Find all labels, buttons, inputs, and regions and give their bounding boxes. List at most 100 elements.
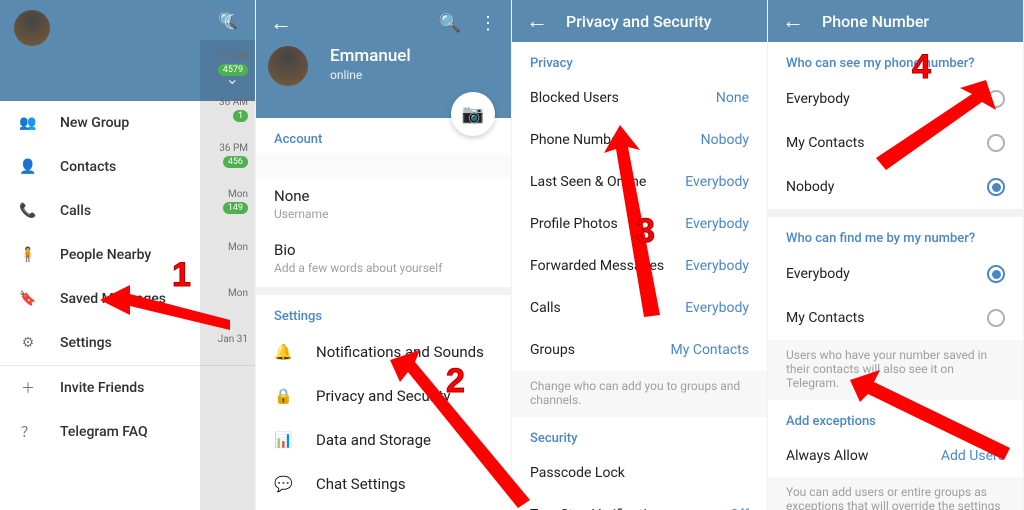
row-label: Groups [530, 342, 575, 358]
row-value: Everybody [685, 216, 749, 232]
radio-icon [987, 134, 1005, 152]
row-label: Data and Storage [316, 431, 431, 449]
search-icon[interactable]: 🔍 [439, 13, 461, 34]
privacy-row-forwarded-messages[interactable]: Forwarded Messages Everybody [512, 245, 767, 287]
exceptions-footnote: You can add users or entire groups as ex… [768, 477, 1023, 510]
see-option-my-contacts[interactable]: My Contacts [768, 121, 1023, 165]
row-label: Calls [530, 300, 561, 316]
chat-peek-item[interactable]: Mon [200, 224, 256, 270]
security-row-passcode-lock[interactable]: Passcode Lock [512, 452, 767, 494]
settings-panel: ← 🔍 ⋮ Emmanuel online 📷 Account None Use… [256, 0, 512, 510]
security-row-two-step-verification[interactable]: Two-Step VerificationOff [512, 494, 767, 510]
back-icon[interactable]: ← [782, 8, 804, 34]
find-option-my-contacts[interactable]: My Contacts [768, 296, 1023, 340]
radio-icon [987, 90, 1005, 108]
profile-name: Emmanuel [330, 46, 497, 66]
exceptions-section-label: Add exceptions [768, 400, 1023, 435]
privacy-row-phone-number[interactable]: Phone Number Nobody [512, 119, 767, 161]
settings-row-notifications-and-sounds[interactable]: 🔔 Notifications and Sounds [256, 330, 511, 374]
bio-row[interactable]: Bio Add a few words about yourself [256, 233, 511, 287]
row-label: Last Seen & Online [530, 174, 646, 190]
chat-peek-item[interactable]: Jan 31 [200, 316, 256, 362]
see-option-everybody[interactable]: Everybody [768, 77, 1023, 121]
row-value: Everybody [685, 258, 749, 274]
menu-icon: ＋ [18, 378, 38, 398]
unread-badge: 1 [233, 110, 248, 122]
profile-avatar[interactable] [268, 46, 308, 86]
unread-badge: 456 [223, 156, 248, 168]
menu-label: Invite Friends [60, 380, 144, 396]
menu-icon: ⚙ [18, 333, 38, 353]
chat-peek-item[interactable]: 36 PM456 [200, 132, 256, 178]
row-label: Profile Photos [530, 216, 618, 232]
avatar[interactable] [14, 10, 50, 46]
chat-peek-item[interactable]: Mon149 [200, 178, 256, 224]
settings-row-chat-settings[interactable]: 💬 Chat Settings [256, 462, 511, 506]
row-icon: 💬 [274, 475, 294, 493]
settings-section-label: Settings [256, 295, 511, 330]
chat-peek-item[interactable]: Mon [200, 270, 256, 316]
menu-label: New Group [60, 115, 129, 131]
menu-label: Settings [60, 335, 112, 351]
row-icon: 🔒 [274, 387, 294, 405]
privacy-row-blocked-users[interactable]: Blocked Users None [512, 77, 767, 119]
settings-row-privacy-and-security[interactable]: 🔒 Privacy and Security [256, 374, 511, 418]
profile-status: online [330, 68, 497, 82]
chat-peek-item[interactable]: 36 AM1 [200, 86, 256, 132]
row-label: Notifications and Sounds [316, 343, 484, 361]
option-label: Nobody [786, 179, 834, 195]
annotation-1: 1 [172, 256, 191, 295]
settings-header: ← 🔍 ⋮ Emmanuel online 📷 [256, 0, 511, 118]
back-icon[interactable]: ← [270, 10, 292, 36]
row-value: Nobody [701, 132, 749, 148]
row-value: Everybody [685, 300, 749, 316]
phone-row[interactable] [256, 153, 511, 179]
privacy-row-last-seen-online[interactable]: Last Seen & Online Everybody [512, 161, 767, 203]
always-allow-row[interactable]: Always Allow Add Users [768, 435, 1023, 477]
night-mode-icon[interactable]: ☾ [223, 10, 241, 34]
annotation-3: 3 [636, 212, 655, 251]
radio-icon [987, 265, 1005, 283]
row-label: Chat Settings [316, 475, 406, 493]
privacy-row-groups[interactable]: Groups My Contacts [512, 329, 767, 371]
chat-peek-item[interactable]: 23 AM4579 [200, 40, 256, 86]
phone-header: ← Phone Number [768, 0, 1023, 42]
row-label: Passcode Lock [530, 465, 625, 481]
menu-label: Saved Messages [60, 291, 166, 307]
menu-label: Telegram FAQ [60, 424, 148, 440]
username-row[interactable]: None Username [256, 179, 511, 233]
see-option-nobody[interactable]: Nobody [768, 165, 1023, 209]
privacy-security-panel: ← Privacy and Security Privacy Blocked U… [512, 0, 768, 510]
find-section-label: Who can find me by my number? [768, 217, 1023, 252]
menu-icon: ？ [18, 422, 38, 442]
row-label: Phone Number [530, 132, 623, 148]
privacy-row-calls[interactable]: Calls Everybody [512, 287, 767, 329]
back-icon[interactable]: ← [526, 8, 548, 34]
drawer-panel: 🔍 23 AM457936 AM136 PM456Mon149MonMonJan… [0, 0, 256, 510]
row-value: My Contacts [671, 342, 749, 358]
menu-label: Contacts [60, 159, 116, 175]
chat-list-peek: 🔍 23 AM457936 AM136 PM456Mon149MonMonJan… [200, 0, 256, 510]
menu-icon: 👥 [18, 113, 38, 133]
row-icon: 🔔 [274, 343, 294, 361]
find-footnote: Users who have your number saved in thei… [768, 340, 1023, 400]
row-value: Everybody [685, 174, 749, 190]
more-icon[interactable]: ⋮ [479, 13, 497, 34]
settings-row-folders[interactable]: 📁Folders [256, 506, 511, 510]
row-label: Blocked Users [530, 90, 619, 106]
see-section-label: Who can see my phone number? [768, 42, 1023, 77]
find-option-everybody[interactable]: Everybody [768, 252, 1023, 296]
row-icon: 📊 [274, 431, 294, 449]
radio-icon [987, 178, 1005, 196]
unread-badge: 4579 [218, 64, 248, 76]
menu-icon: 👤 [18, 157, 38, 177]
privacy-footnote: Change who can add you to groups and cha… [512, 371, 767, 417]
row-label: Privacy and Security [316, 387, 451, 405]
row-label: Forwarded Messages [530, 258, 664, 274]
privacy-header: ← Privacy and Security [512, 0, 767, 42]
camera-fab[interactable]: 📷 [451, 92, 495, 136]
row-value: None [716, 90, 749, 106]
option-label: My Contacts [786, 310, 864, 326]
settings-row-data-and-storage[interactable]: 📊 Data and Storage [256, 418, 511, 462]
menu-label: Calls [60, 203, 91, 219]
